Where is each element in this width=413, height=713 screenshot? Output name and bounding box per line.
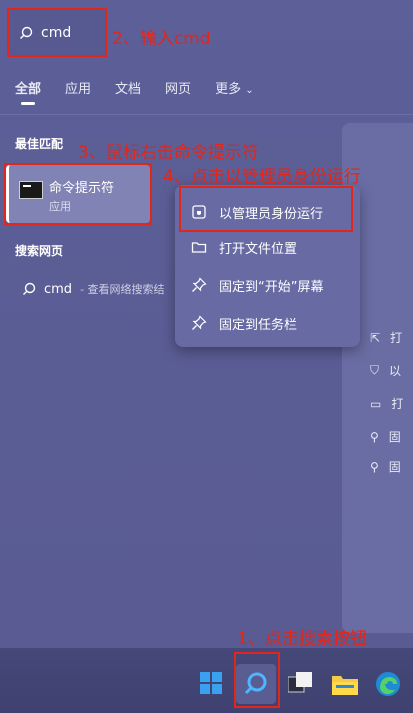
menu-item-pin-to-start[interactable]: 固定到“开始”屏幕 [191, 274, 323, 296]
annotation-box-search-input [7, 8, 107, 57]
tab-documents[interactable]: 文档 [115, 78, 141, 97]
annotation-box-cmd-item [4, 163, 152, 225]
shield-icon: ⛉ [370, 363, 380, 377]
menu-item-label: 打开文件位置 [219, 241, 298, 257]
pin-icon [191, 315, 207, 331]
search-icon [22, 282, 36, 296]
details-pin-taskbar-label: 固 [388, 460, 401, 474]
tab-all[interactable]: 全部 [15, 78, 41, 105]
tab-web[interactable]: 网页 [165, 78, 191, 97]
open-icon: ⇱ [370, 330, 381, 345]
tab-bar: 全部 应用 文档 网页 更多 ⌄ [15, 78, 254, 105]
annotation-box-search-button [234, 652, 280, 708]
pin-icon: ⚲ [370, 429, 379, 444]
details-open[interactable]: ⇱ 打 [370, 329, 402, 346]
annotation-step-4: 4、点击以管理员身份运行 [163, 167, 361, 187]
best-match-heading: 最佳匹配 [15, 137, 64, 151]
menu-item-pin-to-taskbar[interactable]: 固定到任务栏 [191, 312, 297, 334]
details-admin-label: 以 [389, 364, 402, 378]
folder-icon [191, 239, 207, 255]
tab-apps[interactable]: 应用 [65, 78, 91, 97]
search-web-heading: 搜索网页 [15, 244, 64, 258]
annotation-step-2: 2、输入cmd [112, 29, 211, 49]
tab-more[interactable]: 更多 ⌄ [215, 78, 254, 97]
annotation-box-run-as-admin [179, 186, 353, 232]
web-result-desc: - 查看网络搜索结 [80, 283, 165, 296]
windows-start-icon[interactable] [200, 672, 222, 698]
details-pin-start[interactable]: ⚲ 固 [370, 428, 401, 445]
menu-item-label: 固定到“开始”屏幕 [219, 279, 324, 295]
annotation-step-1: 1、点击搜索按钮 [237, 629, 367, 649]
annotation-step-3: 3、鼠标右击命令提示符 [78, 143, 259, 163]
details-open-location[interactable]: ▭ 打 [370, 395, 403, 412]
tab-more-label: 更多 [215, 82, 242, 97]
folder-icon: ▭ [370, 396, 382, 411]
details-open-label: 打 [390, 331, 403, 345]
pin-icon: ⚲ [370, 459, 379, 474]
details-location-label: 打 [391, 397, 404, 411]
details-run-as-admin[interactable]: ⛉ 以 [370, 362, 401, 379]
file-explorer-icon[interactable] [332, 673, 358, 699]
pin-icon [191, 277, 207, 293]
edge-browser-icon[interactable] [375, 671, 401, 701]
details-pin-taskbar[interactable]: ⚲ 固 [370, 458, 401, 475]
menu-item-label: 固定到任务栏 [219, 317, 298, 333]
start-search-panel: 全部 应用 文档 网页 更多 ⌄ 最佳匹配 命令提示符 应用 搜索网页 cmd … [0, 0, 413, 649]
tab-divider [0, 114, 413, 115]
details-pin-start-label: 固 [388, 430, 401, 444]
chevron-down-icon: ⌄ [245, 85, 254, 96]
web-result-title: cmd [44, 281, 73, 297]
web-search-result[interactable]: cmd - 查看网络搜索结 [22, 281, 165, 297]
menu-item-open-location[interactable]: 打开文件位置 [191, 236, 297, 258]
task-view-icon[interactable] [287, 672, 312, 698]
